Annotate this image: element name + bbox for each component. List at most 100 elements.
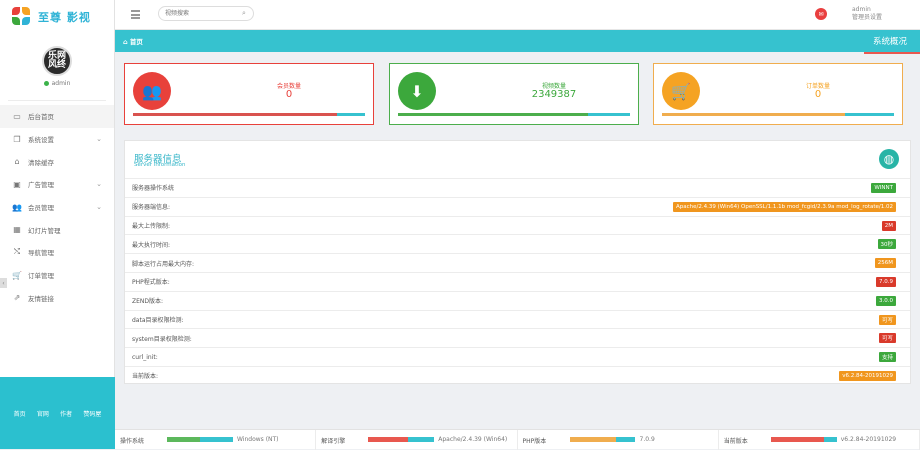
footer-link-1[interactable]: 官网 <box>37 409 49 418</box>
chevron-down-icon: ⌄ <box>96 180 102 189</box>
chevron-down-icon: ⌄ <box>96 203 102 212</box>
stat-card-1: ⬇ 视频数量 2349387 <box>389 63 639 125</box>
footer-link-2[interactable]: 作者 <box>60 409 72 418</box>
server-info-label: curl_init: <box>132 353 158 361</box>
profile: 乐网 风终 admin <box>0 34 114 100</box>
table-row: system目录权限检测: 可写 <box>125 328 910 347</box>
flower-logo-icon <box>12 7 32 27</box>
footer-stat-value: Windows (NT) <box>237 436 279 443</box>
breadcrumb-home-label: 首页 <box>129 38 143 46</box>
sidebar-item-8[interactable]: ⇗ 友情链接 <box>0 287 114 310</box>
sidebar-toggle-icon[interactable]: ‹ <box>0 278 7 288</box>
home-icon: ⌂ <box>123 38 128 46</box>
user-role: 管理员设置 <box>852 14 883 21</box>
online-dot-icon <box>43 81 49 86</box>
sidebar-footer-links: 首页 官网 作者 赞码屋 <box>0 377 115 449</box>
user-name: admin <box>852 6 871 13</box>
mail-icon[interactable]: ✉ <box>815 8 827 20</box>
cart-icon: 🛒 <box>12 270 22 280</box>
users-icon: 👥 <box>12 202 22 212</box>
brand-name: 至尊 影视 <box>38 11 91 24</box>
sidebar-item-0[interactable]: ▭ 后台首页 <box>0 105 114 128</box>
footer-stat-1: 解译引擎 Apache/2.4.39 (Win64) <box>316 430 518 450</box>
footer-progress-bar <box>167 437 233 442</box>
sidebar-item-label: 幻灯片管理 <box>28 226 61 235</box>
page-title: 系统概况 <box>860 30 920 54</box>
table-row: 服务器端信息: Apache/2.4.39 (Win64) OpenSSL/1.1… <box>125 196 910 216</box>
table-row: PHP程式版本: 7.0.9 <box>125 271 910 291</box>
brand-logo[interactable]: 至尊 影视 <box>0 0 114 34</box>
sidebar-item-1[interactable]: ❐ 系统设置 ⌄ <box>0 128 114 151</box>
footer-progress-bar <box>569 437 636 442</box>
sidebar-item-5[interactable]: ▦ 幻灯片管理 <box>0 218 114 241</box>
server-info-label: 最大执行时间: <box>132 241 171 249</box>
status-badge: 30秒 <box>877 239 896 250</box>
sidebar-item-label: 清除缓存 <box>28 158 54 167</box>
footer-progress-bar <box>770 437 837 442</box>
stat-progress-bar <box>398 113 630 116</box>
sidebar-item-label: 导航管理 <box>28 249 54 258</box>
footer-link-3[interactable]: 赞码屋 <box>83 409 101 418</box>
stat-progress-bar <box>662 113 894 116</box>
sidebar-item-label: 后台首页 <box>28 113 54 122</box>
footer-link-0[interactable]: 首页 <box>14 409 26 418</box>
sidebar-item-label: 友情链接 <box>28 294 54 303</box>
sidebar-item-label: 广告管理 <box>28 181 54 190</box>
sidebar-item-label: 系统设置 <box>28 136 54 145</box>
sidebar-item-7[interactable]: 🛒 订单管理 <box>0 264 114 287</box>
status-badge: 可写 <box>878 314 896 325</box>
server-info-table: 服务器操作系统 WINNT 服务器端信息: Apache/2.4.39 (Win64)… <box>125 178 910 385</box>
sidebar-item-2[interactable]: ⌂ 清除缓存 <box>0 150 114 173</box>
external-link-icon: ⇗ <box>13 293 21 303</box>
sidebar-item-label: 会员管理 <box>28 204 54 213</box>
avatar[interactable]: 乐网 风终 <box>42 46 72 76</box>
status-badge: Apache/2.4.39 (Win64) OpenSSL/1.1.1b mod… <box>673 201 896 212</box>
table-row: curl_init: 支持 <box>125 347 910 366</box>
menu-grid-icon[interactable] <box>131 10 140 19</box>
chevron-down-icon: ⌄ <box>96 135 102 144</box>
server-info-label: 服务器操作系统 <box>132 185 175 193</box>
footer-stat-value: Apache/2.4.39 (Win64) <box>438 436 508 443</box>
online-status: admin <box>43 80 71 87</box>
stat-value: 2349387 <box>531 89 577 100</box>
status-badge: 可写 <box>878 333 896 344</box>
server-info-label: 服务器端信息: <box>132 204 171 212</box>
monitor-icon: ▭ <box>13 111 21 121</box>
status-badge: 2M <box>881 220 896 231</box>
breadcrumb: ⌂ 首页 系统概况 <box>115 30 920 54</box>
building-icon: ⌂ <box>14 157 20 167</box>
table-icon: ▦ <box>13 225 21 235</box>
footer-stat-value: v6.2.84-20191029 <box>840 436 897 443</box>
search-input[interactable] <box>158 6 254 21</box>
server-info-label: ZEND版本: <box>132 298 164 306</box>
server-info-label: system目录权限检测: <box>132 335 192 343</box>
server-info-label: PHP程式版本: <box>132 279 170 287</box>
footer-stat-label: 操作系统 <box>120 438 145 445</box>
status-badge: 3.0.0 <box>876 295 896 306</box>
stat-card-0: 👥 会员数量 0 <box>124 63 374 125</box>
sidebar-item-4[interactable]: 👥 会员管理 ⌄ <box>0 196 114 219</box>
footer-progress-bar <box>368 437 435 442</box>
server-info-panel: 服务器信息 Server information ◍ 服务器操作系统 WINNT 服… <box>124 140 911 384</box>
footer-stat-label: PHP版本 <box>522 438 547 445</box>
server-info-label: data目录权限检测: <box>132 316 184 324</box>
table-row: 当前版本: v6.2.84-20191029 <box>125 365 910 385</box>
server-info-subtitle: Server information <box>134 162 186 168</box>
user-menu[interactable]: admin 管理员设置 <box>852 6 882 22</box>
sidebar-item-3[interactable]: ▣ 广告管理 ⌄ <box>0 173 114 196</box>
status-badge: 7.0.9 <box>876 276 896 287</box>
globe-icon: ◍ <box>879 149 899 169</box>
search-icon[interactable]: ⌕ <box>242 9 246 18</box>
stat-card-2: 🛒 订单数量 0 <box>653 63 903 125</box>
sidebar-item-6[interactable]: ⤭ 导航管理 <box>0 241 114 264</box>
status-badge: WINNT <box>871 183 896 193</box>
copy-icon: ❐ <box>13 134 21 144</box>
avatar-text: 乐网 风终 <box>47 51 66 70</box>
table-row: 服务器操作系统 WINNT <box>125 178 910 197</box>
footer-stat-label: 解译引擎 <box>321 438 346 445</box>
topbar: ⌕ ✉ admin 管理员设置 <box>115 0 920 30</box>
breadcrumb-home[interactable]: ⌂ 首页 <box>123 36 143 46</box>
username: admin <box>51 80 71 87</box>
footer-stat-value: 7.0.9 <box>639 436 655 443</box>
sidebar-item-label: 订单管理 <box>28 272 54 281</box>
